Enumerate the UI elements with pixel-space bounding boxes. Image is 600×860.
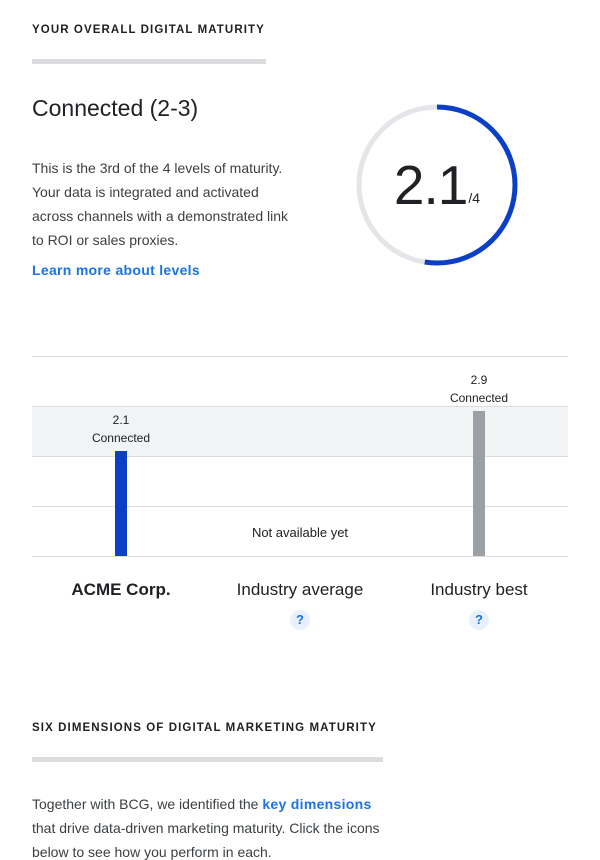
dimensions-intro-text: Together with BCG, we identified the — [32, 796, 263, 812]
maturity-comparison-chart: 2.1 Connected Not available yet 2.9 Conn… — [32, 356, 568, 557]
key-dimensions-link[interactable]: key dimensions — [262, 796, 371, 812]
dimensions-intro: Together with BCG, we identified the key… — [32, 792, 392, 860]
industry-best-score-label: 2.9 Connected — [419, 371, 539, 407]
industry-average-help-icon[interactable]: ? — [290, 610, 310, 630]
dimensions-intro-text-end: that drive data-driven marketing maturit… — [32, 820, 380, 860]
industry-best-score-value: 2.9 — [470, 373, 488, 387]
chart-baseline — [32, 556, 568, 557]
acme-corp-label: ACME Corp. — [71, 580, 171, 599]
section-divider — [32, 757, 383, 762]
gridline — [32, 356, 568, 357]
six-dimensions-section-title: SIX DIMENSIONS OF DIGITAL MARKETING MATU… — [32, 722, 377, 734]
gridline — [32, 456, 568, 457]
gauge-score: 2.1/4 — [355, 103, 519, 267]
maturity-level-heading: Connected (2-3) — [32, 95, 199, 121]
gridline — [32, 506, 568, 507]
section-divider — [32, 59, 266, 64]
industry-best-score-bar — [473, 411, 485, 556]
acme-score-level: Connected — [91, 431, 151, 445]
industry-best-score-level: Connected — [449, 391, 509, 405]
acme-score-bar — [115, 451, 127, 556]
gauge-score-value: 2.1 — [393, 154, 468, 216]
acme-score-label: 2.1 Connected — [61, 411, 181, 447]
acme-score-value: 2.1 — [112, 413, 130, 427]
industry-best-label: Industry best — [430, 580, 528, 599]
gauge-score-max: /4 — [468, 190, 481, 206]
industry-average-label: Industry average — [236, 580, 364, 599]
industry-average-not-available: Not available yet — [251, 525, 349, 540]
learn-more-levels-link[interactable]: Learn more about levels — [32, 262, 200, 278]
industry-best-help-icon[interactable]: ? — [469, 610, 489, 630]
maturity-level-description: This is the 3rd of the 4 levels of matur… — [32, 160, 289, 248]
overall-maturity-section-title: YOUR OVERALL DIGITAL MATURITY — [32, 24, 265, 36]
